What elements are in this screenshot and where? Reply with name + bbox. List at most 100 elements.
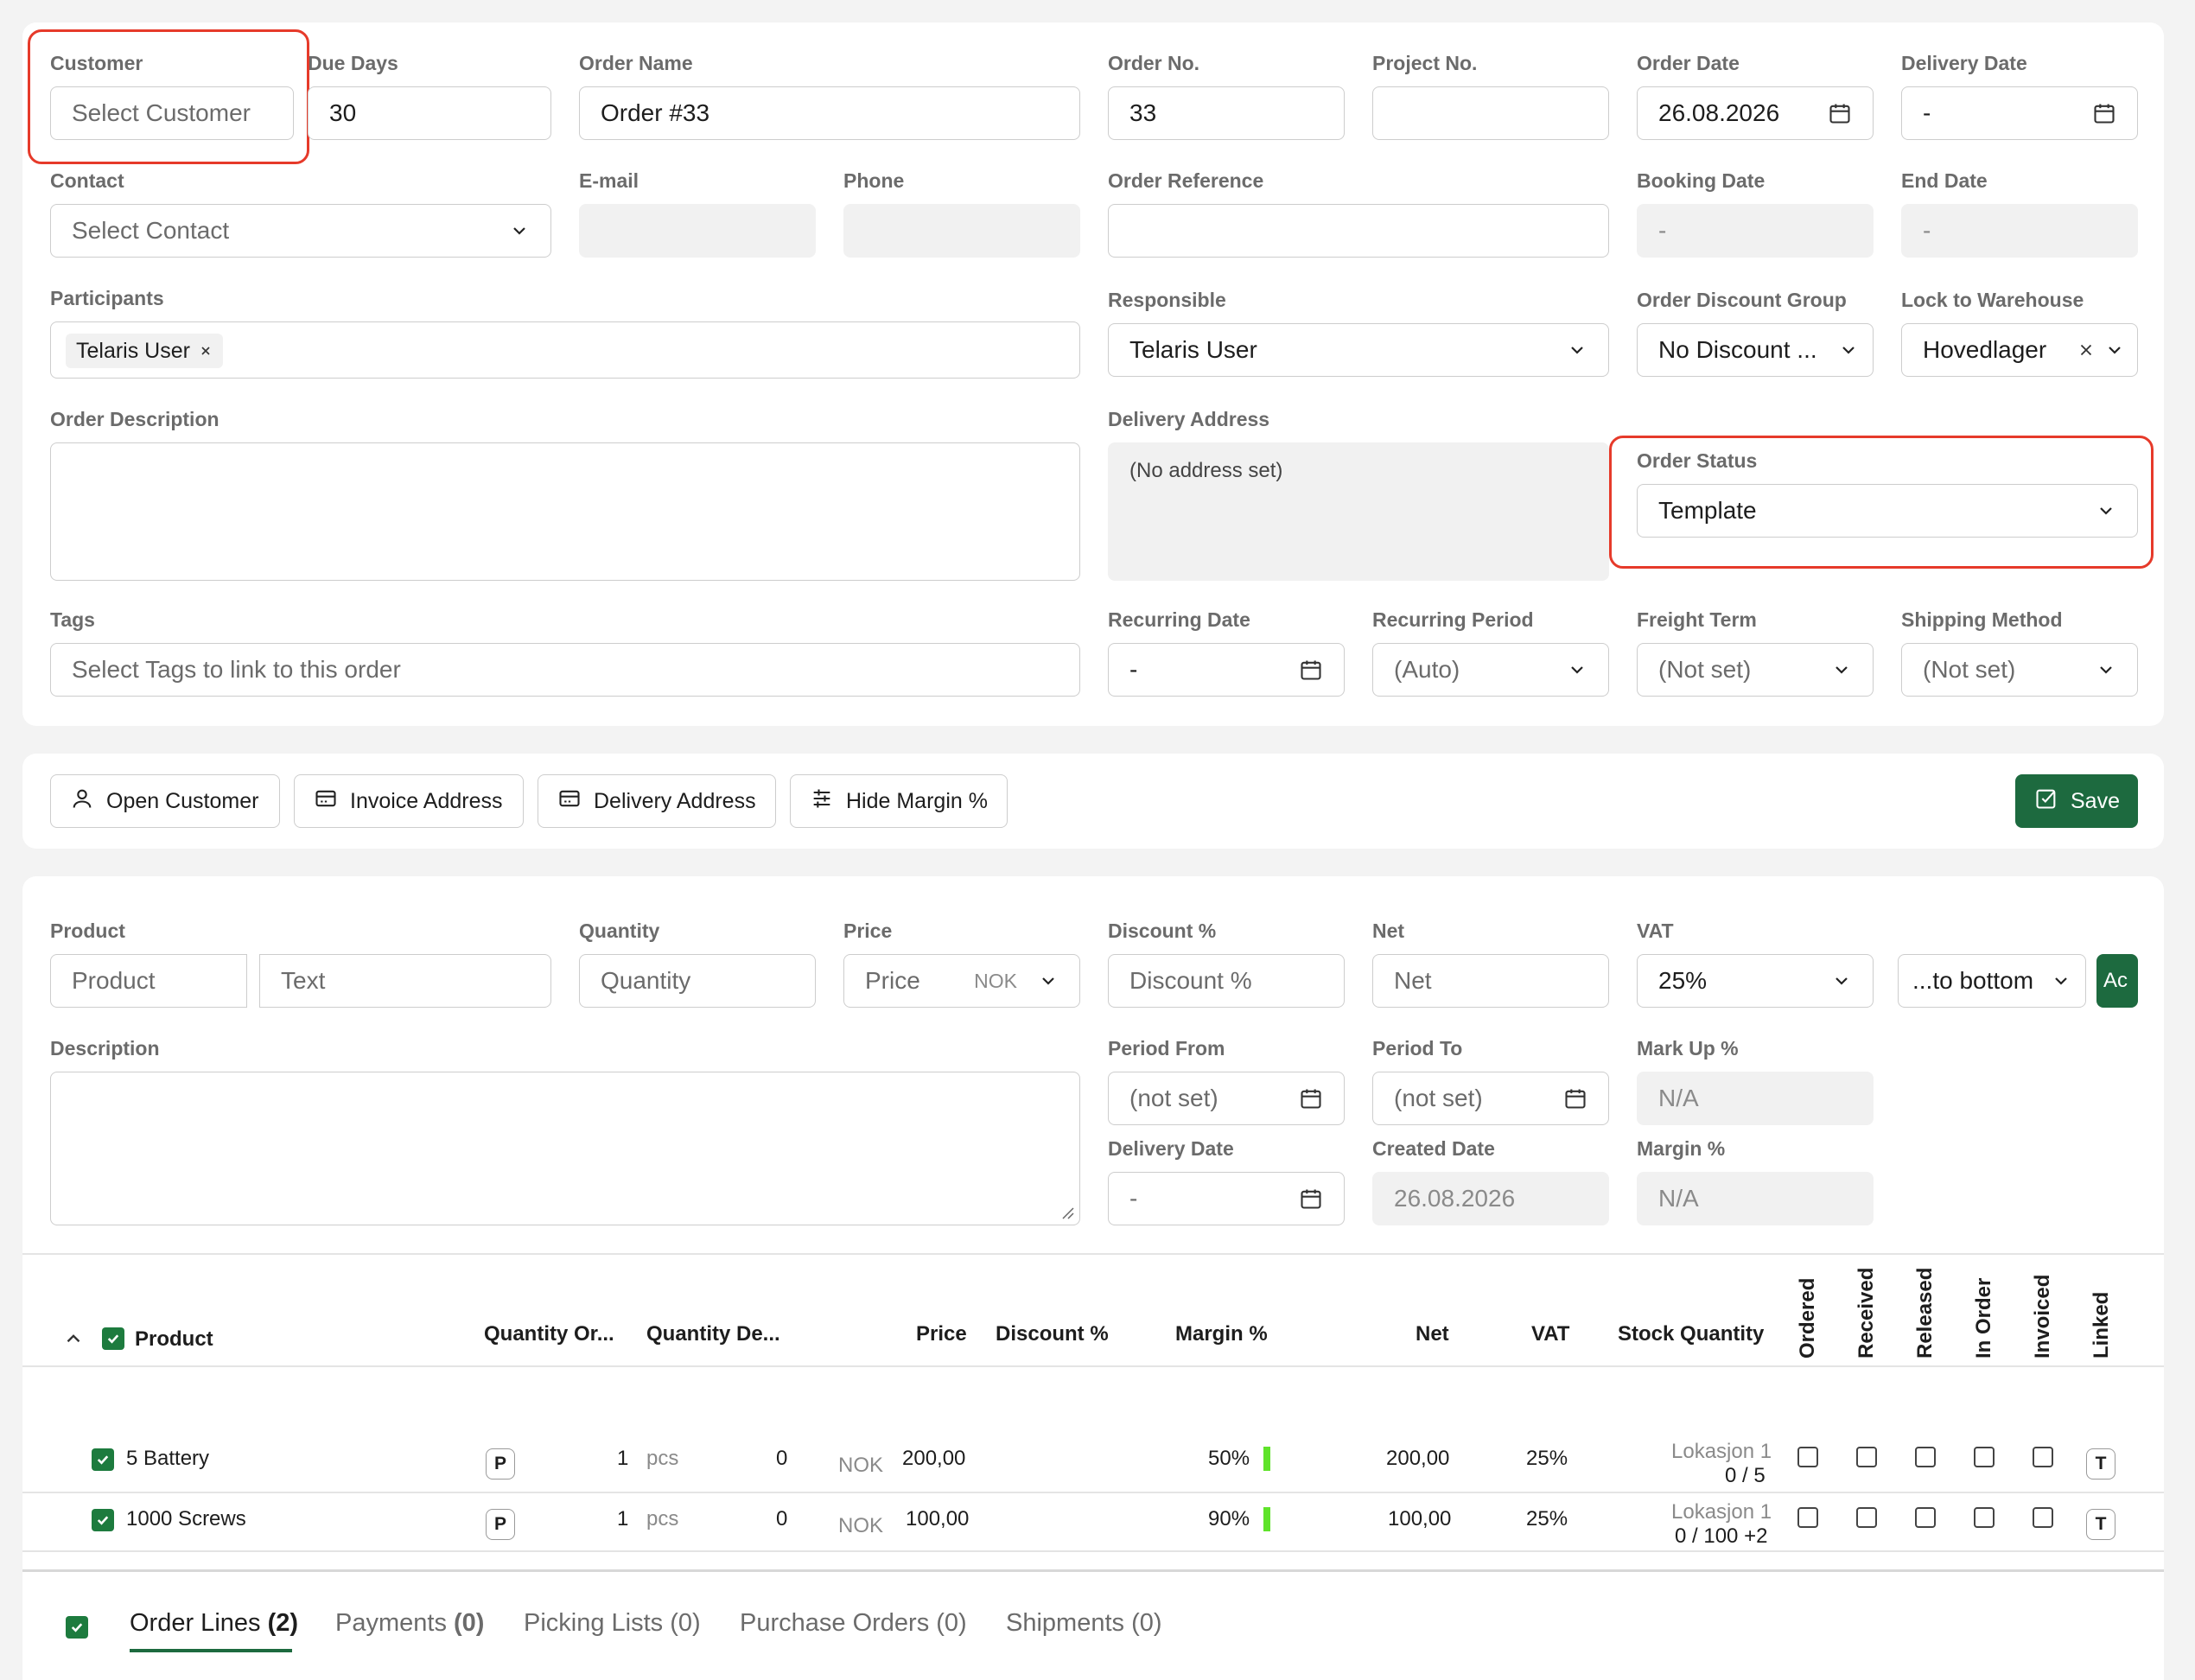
chevron-down-icon[interactable]	[509, 220, 530, 241]
chevron-down-icon[interactable]	[1567, 659, 1587, 680]
tab-payments[interactable]: Payments (0)	[335, 1609, 484, 1638]
col-qty-delivered[interactable]: Quantity De...	[646, 1322, 780, 1346]
col-price[interactable]: Price	[916, 1322, 967, 1346]
clear-icon[interactable]	[2077, 340, 2096, 360]
col-ordered[interactable]: Ordered	[1796, 1278, 1820, 1359]
chevron-down-icon[interactable]	[1838, 340, 1859, 360]
col-qty-ordered[interactable]: Quantity Or...	[484, 1322, 614, 1346]
col-stock[interactable]: Stock Quantity	[1618, 1322, 1764, 1346]
col-invoiced[interactable]: Invoiced	[2031, 1275, 2055, 1359]
order-no-input[interactable]: 33	[1108, 86, 1345, 140]
order-discount-group-select[interactable]: No Discount ...	[1637, 323, 1874, 377]
order-name-input[interactable]: Order #33	[579, 86, 1080, 140]
col-released[interactable]: Released	[1913, 1268, 1937, 1359]
invoiced-checkbox[interactable]	[2033, 1507, 2053, 1528]
received-checkbox[interactable]	[1856, 1447, 1877, 1467]
project-no-input[interactable]	[1372, 86, 1609, 140]
shipping-method-select[interactable]: (Not set)	[1901, 643, 2138, 697]
col-linked[interactable]: Linked	[2090, 1292, 2114, 1359]
tab-shipments[interactable]: Shipments (0)	[1006, 1609, 1162, 1638]
tabs-checkbox[interactable]	[66, 1616, 88, 1639]
save-button[interactable]: Save	[2015, 774, 2138, 828]
in-order-checkbox[interactable]	[1974, 1447, 1995, 1467]
contact-select[interactable]: Select Contact	[50, 204, 551, 258]
order-date-input[interactable]: 26.08.2026	[1637, 86, 1874, 140]
line-delivery-date-input[interactable]: -	[1108, 1172, 1345, 1225]
chevron-down-icon[interactable]	[2096, 659, 2116, 680]
period-from-input[interactable]: (not set)	[1108, 1072, 1345, 1125]
ordered-checkbox[interactable]	[1797, 1447, 1818, 1467]
col-received[interactable]: Received	[1855, 1268, 1879, 1359]
resize-handle-icon[interactable]	[1059, 1205, 1075, 1225]
close-icon[interactable]	[199, 339, 213, 364]
tab-purchase-orders[interactable]: Purchase Orders (0)	[740, 1609, 967, 1638]
in-order-checkbox[interactable]	[1974, 1507, 1995, 1528]
order-description-input[interactable]	[50, 442, 1080, 581]
released-checkbox[interactable]	[1915, 1447, 1936, 1467]
hide-margin-button[interactable]: Hide Margin %	[790, 774, 1008, 828]
freight-term-select[interactable]: (Not set)	[1637, 643, 1874, 697]
released-checkbox[interactable]	[1915, 1507, 1936, 1528]
col-product[interactable]: Product	[135, 1327, 213, 1352]
tab-picking-lists[interactable]: Picking Lists (0)	[524, 1609, 701, 1638]
position-select[interactable]: ...to bottom	[1898, 954, 2086, 1008]
ordered-checkbox[interactable]	[1797, 1507, 1818, 1528]
linked-badge[interactable]: T	[2086, 1509, 2115, 1540]
row-divider	[22, 1550, 2164, 1552]
due-days-input[interactable]: 30	[308, 86, 551, 140]
discount-input[interactable]: Discount %	[1108, 954, 1345, 1008]
chevron-down-icon[interactable]	[2104, 340, 2125, 360]
calendar-icon[interactable]	[1299, 658, 1323, 682]
table-row[interactable]	[22, 1426, 2164, 1492]
calendar-icon[interactable]	[2092, 101, 2116, 125]
chevron-down-icon[interactable]	[1831, 970, 1852, 991]
chevron-down-icon[interactable]	[1567, 340, 1587, 360]
recurring-period-select[interactable]: (Auto)	[1372, 643, 1609, 697]
open-customer-button[interactable]: Open Customer	[50, 774, 280, 828]
collapse-icon[interactable]	[62, 1327, 85, 1354]
row-checkbox[interactable]	[92, 1509, 114, 1531]
received-checkbox[interactable]	[1856, 1507, 1877, 1528]
tags-select[interactable]: Select Tags to link to this order	[50, 643, 1080, 697]
col-in-order[interactable]: In Order	[1972, 1278, 1996, 1359]
address-card-icon	[557, 786, 582, 817]
recurring-date-input[interactable]: -	[1108, 643, 1345, 697]
calendar-icon[interactable]	[1299, 1086, 1323, 1110]
linked-badge[interactable]: T	[2086, 1448, 2115, 1480]
description-input[interactable]	[50, 1072, 1080, 1225]
period-to-input[interactable]: (not set)	[1372, 1072, 1609, 1125]
row-product[interactable]: 5 Battery	[126, 1447, 209, 1471]
product-input[interactable]: Product	[50, 954, 247, 1008]
net-input[interactable]: Net	[1372, 954, 1609, 1008]
order-date-label: Order Date	[1637, 52, 1740, 74]
col-margin[interactable]: Margin %	[1175, 1322, 1268, 1346]
delivery-date-input[interactable]: -	[1901, 86, 2138, 140]
col-discount[interactable]: Discount %	[996, 1322, 1109, 1346]
calendar-icon[interactable]	[1299, 1187, 1323, 1211]
responsible-select[interactable]: Telaris User	[1108, 323, 1609, 377]
row-product[interactable]: 1000 Screws	[126, 1507, 246, 1531]
chevron-down-icon[interactable]	[2051, 970, 2071, 991]
add-line-button[interactable]: Ac	[2096, 954, 2138, 1008]
col-vat[interactable]: VAT	[1531, 1322, 1569, 1346]
invoice-address-button[interactable]: Invoice Address	[294, 774, 524, 828]
quantity-input[interactable]: Quantity	[579, 954, 816, 1008]
chevron-down-icon[interactable]	[1038, 970, 1059, 991]
chevron-down-icon[interactable]	[1831, 659, 1852, 680]
col-net[interactable]: Net	[1416, 1322, 1449, 1346]
vat-select[interactable]: 25%	[1637, 954, 1874, 1008]
lock-to-warehouse-select[interactable]: Hovedlager	[1901, 323, 2138, 377]
select-all-checkbox[interactable]	[102, 1327, 124, 1350]
delivery-address-button[interactable]: Delivery Address	[538, 774, 776, 828]
calendar-icon[interactable]	[1563, 1086, 1587, 1110]
table-row[interactable]	[22, 1493, 2164, 1550]
text-input[interactable]: Text	[259, 954, 551, 1008]
invoiced-checkbox[interactable]	[2033, 1447, 2053, 1467]
row-checkbox[interactable]	[92, 1448, 114, 1471]
order-reference-input[interactable]	[1108, 204, 1609, 258]
calendar-icon[interactable]	[1828, 101, 1852, 125]
tab-order-lines[interactable]: Order Lines (2)	[130, 1609, 298, 1638]
phone-field	[843, 204, 1080, 258]
participants-label: Participants	[50, 287, 164, 309]
price-input[interactable]: Price NOK	[843, 954, 1080, 1008]
